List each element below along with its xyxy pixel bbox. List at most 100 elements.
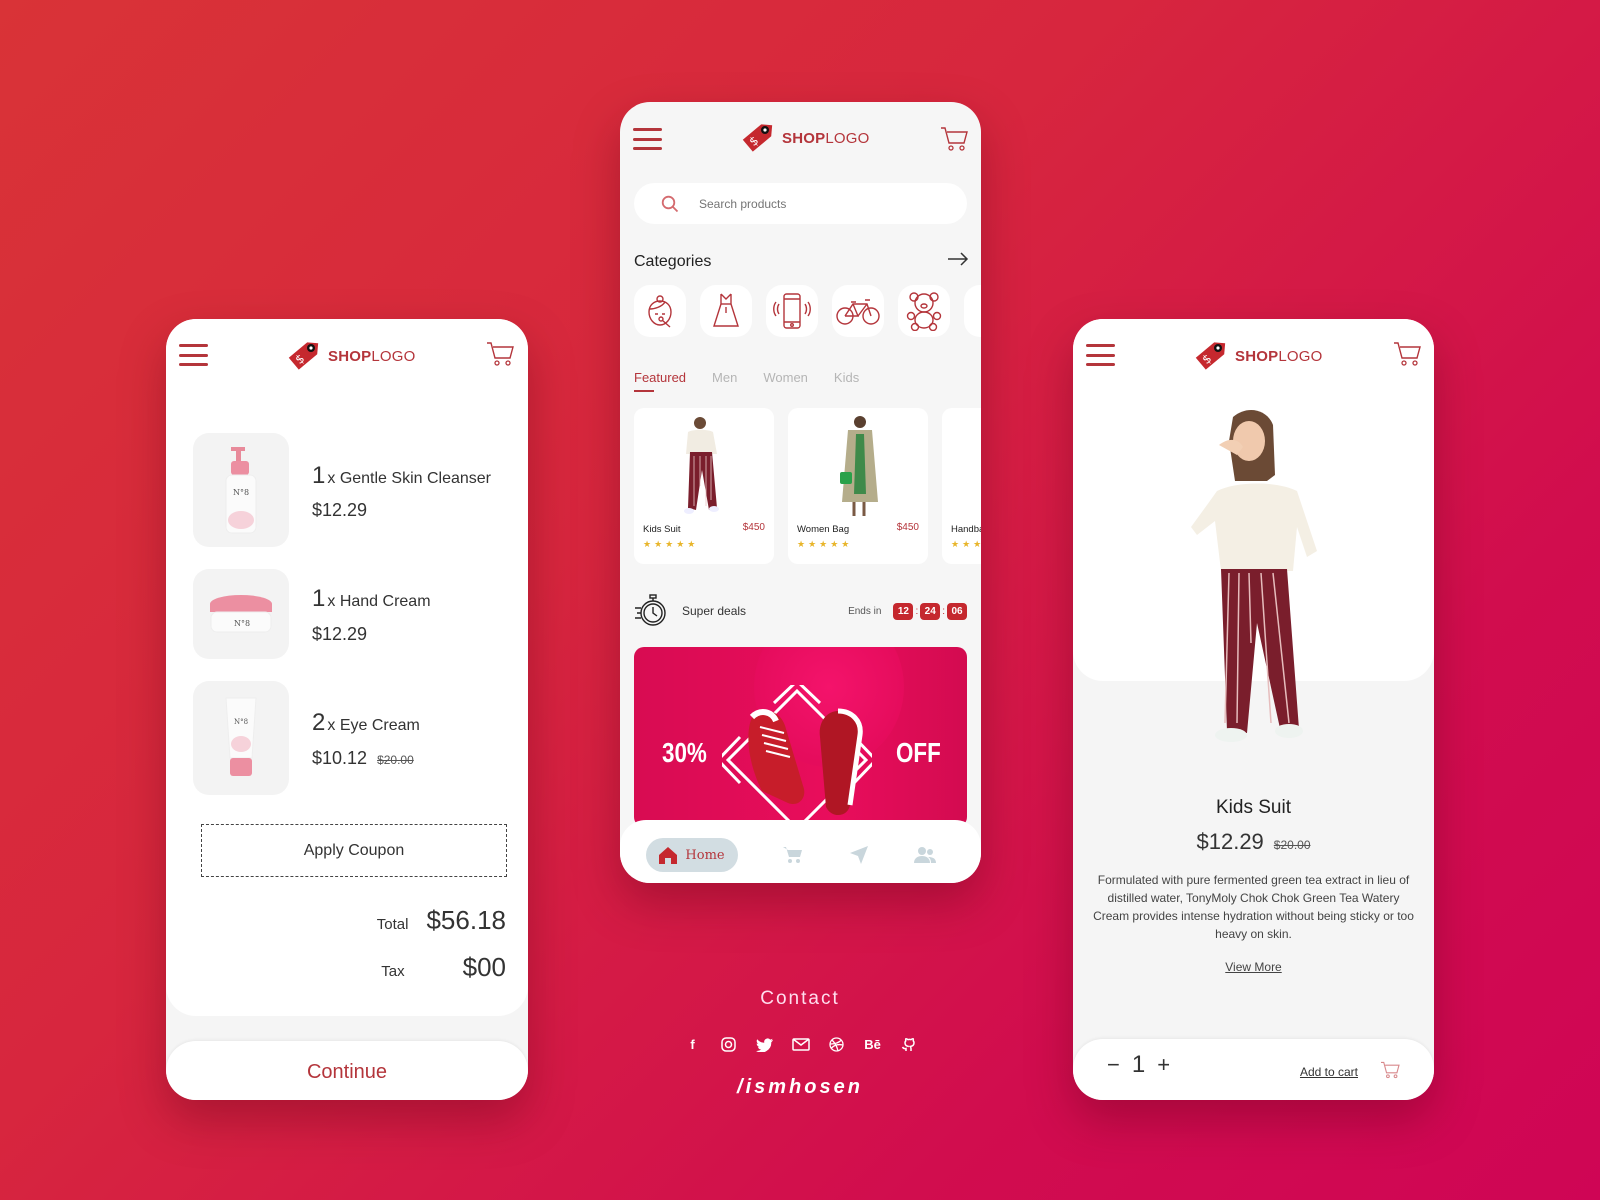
social-links: f Bē [683,1035,918,1054]
cream-jar-image: N°8 [210,595,272,633]
svg-text:N°8: N°8 [233,488,249,497]
timer-hours: 12 [893,602,914,620]
nav-send[interactable] [848,845,870,865]
category-dress[interactable] [700,285,752,337]
cream-tube-image: N°8 [225,697,257,776]
ends-in-label: Ends in [848,605,882,617]
home-screen: $ SHOPLOGO Categories Featured Men Women… [620,102,981,883]
cart-item-name: 2x Eye Cream [312,709,420,736]
product-name: Handbag [951,524,981,535]
facebook-icon[interactable]: f [683,1035,702,1054]
cart-icon[interactable] [1393,341,1421,367]
price-tag-icon: $ [288,342,319,370]
stopwatch-icon [635,594,666,626]
search-input[interactable] [699,196,919,211]
menu-button[interactable] [179,344,208,366]
old-price: $20.00 [377,753,414,767]
view-more-link[interactable]: View More [1073,960,1434,974]
nav-users[interactable] [914,845,936,865]
category-electronics[interactable] [766,285,818,337]
product-carousel: Kids Suit $450 ★★★★★ Women Bag $450 ★★★★… [634,408,981,564]
kids-suit-image [684,417,719,514]
product-price: $12.29 $20.00 [1196,829,1311,854]
countdown-timer: 12: 24: 06 [893,602,967,620]
product-thumb-cleanser[interactable]: N°8 [193,433,289,547]
tab-men[interactable]: Men [712,370,737,385]
search-bar[interactable] [634,183,967,224]
apply-coupon-button[interactable]: Apply Coupon [201,824,507,877]
shop-logo[interactable]: $ SHOPLOGO [740,121,869,155]
price-tag-icon: $ [1195,342,1226,370]
cart-item-price: $12.29 [312,624,368,644]
timer-minutes: 24 [920,602,941,620]
product-card[interactable]: Women Bag $450 ★★★★★ [788,408,928,564]
cart-icon [783,847,802,863]
behance-icon[interactable]: Bē [863,1035,882,1054]
super-deals-row: Super deals Ends in 12: 24: 06 [634,591,967,631]
product-price: $450 [742,522,765,533]
github-icon[interactable] [899,1035,918,1054]
timer-seconds: 06 [947,602,967,620]
logo-text: SHOPLOGO [1235,347,1323,365]
tab-women[interactable]: Women [763,370,808,385]
cart-item-name: 1x Gentle Skin Cleanser [312,462,491,489]
email-icon[interactable] [791,1035,810,1054]
twitter-icon[interactable] [755,1035,774,1054]
cart-panel: $ SHOPLOGO N°8 1x Gentle Skin Cleanser $… [166,319,528,1016]
tab-kids[interactable]: Kids [834,370,859,385]
total-value: $56.18 [426,905,506,935]
price-tag-icon: $ [742,124,773,152]
dribbble-icon[interactable] [827,1035,846,1054]
send-icon [850,846,868,864]
product-title: Kids Suit [1216,797,1291,818]
cart-icon[interactable] [486,341,514,367]
product-card[interactable]: Kids Suit $450 ★★★★★ [634,408,774,564]
increase-button[interactable]: + [1157,1052,1170,1078]
banner-off: OFF [896,737,941,768]
product-thumb-hand-cream[interactable]: N°8 [193,569,289,659]
bottom-navigation: Home [620,820,981,883]
product-card[interactable]: Handbag ★★★★★ [942,408,981,564]
promo-banner[interactable]: 30% OFF [634,647,967,827]
arrow-right-icon[interactable] [947,252,969,266]
beauty-icon [648,295,672,328]
shop-logo[interactable]: $ SHOPLOGO [286,339,415,373]
category-beauty[interactable] [634,285,686,337]
shop-logo[interactable]: $ SHOPLOGO [1193,339,1322,373]
tab-featured[interactable]: Featured [634,370,686,392]
product-name: Women Bag [797,524,850,535]
logo-text: SHOPLOGO [328,347,416,365]
menu-button[interactable] [633,128,662,150]
women-bag-image [840,416,878,516]
total-label: Total [376,916,409,933]
designer-handle: /ismhosen [737,1076,863,1098]
cart-item-price: $10.12 $20.00 [312,748,414,768]
quantity-stepper: − 1 + [1107,1051,1170,1079]
category-toys[interactable] [898,285,950,337]
nav-cart[interactable] [782,845,804,865]
category-more[interactable] [964,285,981,337]
product-thumb-eye-cream[interactable]: N°8 [193,681,289,795]
bicycle-icon [836,299,880,325]
tax-value: $00 [462,952,506,982]
product-detail-screen: $ SHOPLOGO Kids Suit $12.29 $20.00 Formul… [1073,319,1434,1100]
menu-button[interactable] [1086,344,1115,366]
kids-suit-photo [1191,410,1317,742]
rating-stars: ★★★★★ [951,539,981,549]
category-sports[interactable] [832,285,884,337]
tax-row: Tax $00 [381,952,506,983]
home-icon [659,846,678,864]
phone-icon [773,293,811,329]
decrease-button[interactable]: − [1107,1052,1120,1078]
teddy-bear-icon [906,292,942,331]
nav-home[interactable]: Home [646,838,738,872]
cart-icon[interactable] [940,126,968,152]
product-description: Formulated with pure fermented green tea… [1093,873,1414,941]
rating-stars: ★★★★★ [643,539,699,549]
banner-percent: 30% [662,737,707,768]
instagram-icon[interactable] [719,1035,738,1054]
quantity-value: 1 [1131,1051,1146,1078]
sneakers-image [748,708,863,816]
cart-screen: $ SHOPLOGO N°8 1x Gentle Skin Cleanser $… [166,319,528,1100]
old-price: $20.00 [1273,838,1311,852]
